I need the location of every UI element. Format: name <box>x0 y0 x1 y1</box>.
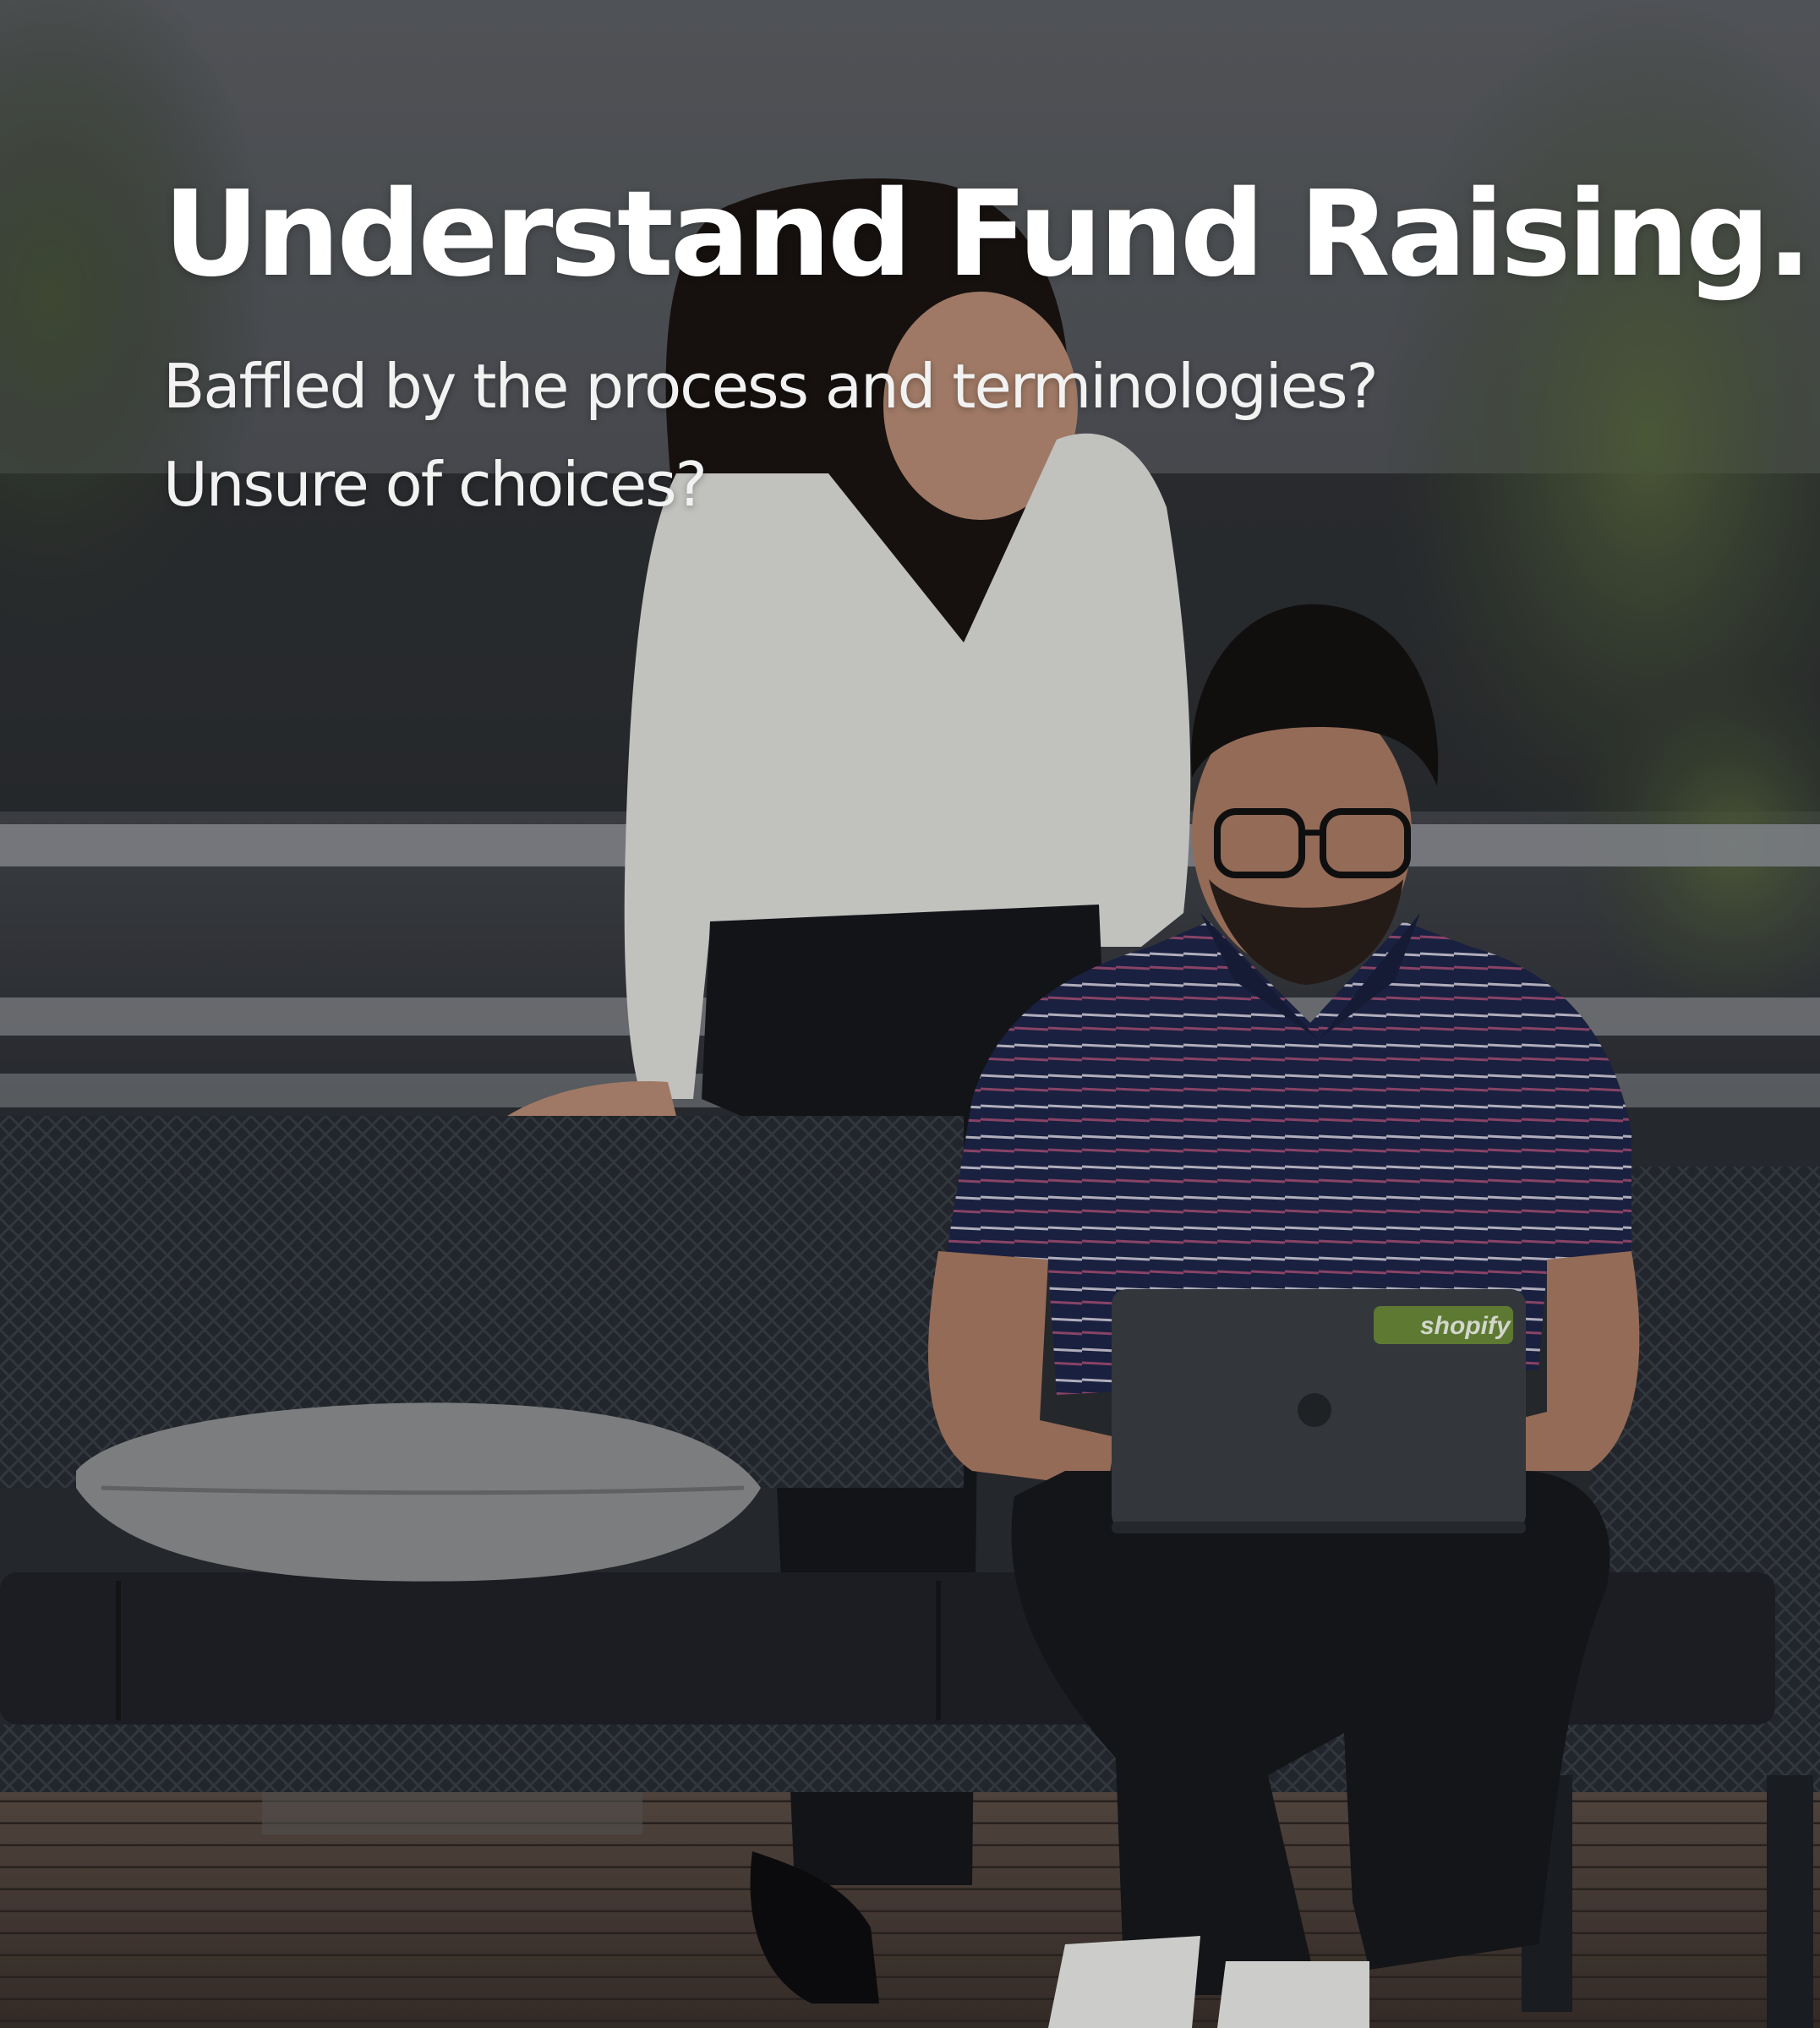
hero-headline: Understand Fund Raising. <box>163 166 1812 303</box>
hero-section: shopify Understand Fund Raising. Baffled… <box>0 0 1820 2028</box>
hero-subtitle: Baffled by the process and terminologies… <box>163 337 1727 533</box>
hero-subtitle-line-2: Unsure of choices? <box>163 448 708 520</box>
hero-copy: Understand Fund Raising. Baffled by the … <box>163 166 1812 533</box>
hero-subtitle-line-1: Baffled by the process and terminologies… <box>163 350 1379 422</box>
